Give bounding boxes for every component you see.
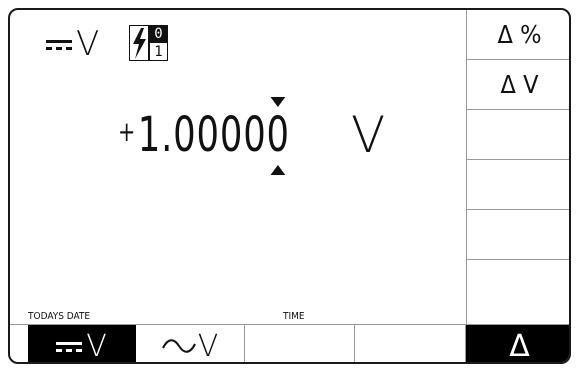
softkey-6[interactable] <box>467 260 569 324</box>
reading-sign: + <box>118 114 137 148</box>
output-reading[interactable]: + 1.0000 0 <box>118 97 290 175</box>
fkey-dc-volts[interactable]: V <box>28 325 136 364</box>
fkey-ac-label: V <box>197 328 219 364</box>
calibrator-display: V 0 1 + 1.0000 0 V Δ % Δ V TODAYS DATE T… <box>8 8 571 364</box>
fkey-3[interactable] <box>245 325 355 362</box>
reading-digits: 1.0000 <box>137 107 267 163</box>
output-status-indicator: 0 1 <box>129 25 169 63</box>
fkey-4[interactable] <box>355 325 466 362</box>
function-key-row: V V Δ <box>10 324 569 364</box>
softkey-delta-percent[interactable]: Δ % <box>467 10 569 60</box>
softkey-delta-volts[interactable]: Δ V <box>467 60 569 110</box>
fkey-ac-volts[interactable]: V <box>136 325 245 364</box>
status-bit-bottom: 1 <box>149 43 168 61</box>
mode-unit: V <box>76 24 100 64</box>
edit-cursor-digit[interactable]: 0 <box>266 97 290 175</box>
mode-indicator: V <box>46 22 99 66</box>
reading-unit: V <box>351 106 386 164</box>
date-time-strip: TODAYS DATE TIME <box>10 310 466 324</box>
increment-caret-icon[interactable] <box>270 97 286 107</box>
date-label: TODAYS DATE <box>28 311 91 322</box>
softkey-4[interactable] <box>467 160 569 210</box>
softkey-5[interactable] <box>467 210 569 260</box>
decrement-caret-icon[interactable] <box>270 165 286 175</box>
time-label: TIME <box>283 311 305 322</box>
dc-icon <box>56 342 83 354</box>
dc-icon <box>46 40 72 52</box>
fkey-delta[interactable]: Δ <box>466 325 569 362</box>
fkey-dc-label: V <box>86 328 107 364</box>
softkey-column: Δ % Δ V <box>466 10 569 324</box>
status-bit-top: 0 <box>149 25 168 43</box>
softkey-3[interactable] <box>467 110 569 160</box>
cursor-digit-value: 0 <box>266 107 290 163</box>
ac-wave-icon <box>161 339 196 353</box>
high-voltage-icon <box>129 25 149 61</box>
